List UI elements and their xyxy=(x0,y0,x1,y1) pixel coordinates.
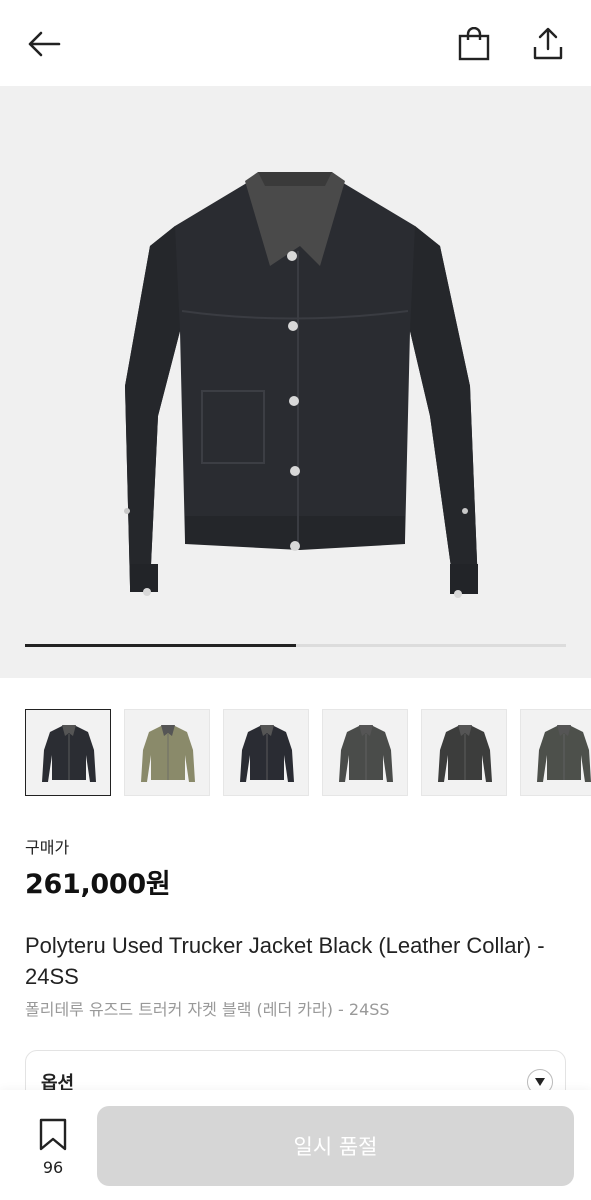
top-app-bar xyxy=(0,0,591,86)
price: 261,000원 xyxy=(25,869,171,900)
thumb-charcoal[interactable] xyxy=(421,709,507,796)
thumbnail-image xyxy=(339,725,393,782)
bookmark-count: 96 xyxy=(42,1158,64,1177)
price-label: 구매가 xyxy=(25,838,70,857)
product-image-gallery[interactable] xyxy=(0,86,591,678)
product-title-en: Polyteru Used Trucker Jacket Black (Leat… xyxy=(25,933,545,989)
thumb-camo[interactable] xyxy=(124,709,210,796)
gallery-progress-fill xyxy=(25,644,296,647)
bottom-action-bar: 96 일시 품절 xyxy=(0,1090,591,1200)
thumbnail-image xyxy=(141,725,195,782)
share-upload-icon xyxy=(533,27,563,60)
arrow-left-icon xyxy=(28,31,61,57)
thumb-black-2[interactable] xyxy=(223,709,309,796)
thumb-grey-green[interactable] xyxy=(520,709,591,796)
share-button[interactable] xyxy=(526,22,570,66)
thumbnail-image xyxy=(438,725,492,782)
bookmark-button[interactable]: 96 xyxy=(30,1118,76,1178)
sold-out-button[interactable]: 일시 품절 xyxy=(97,1106,574,1186)
thumb-dark-grey[interactable] xyxy=(322,709,408,796)
back-button[interactable] xyxy=(22,22,66,66)
product-title-ko: 폴리테루 유즈드 트러커 자켓 블랙 (레더 카라) - 24SS xyxy=(25,1000,390,1019)
product-main-image xyxy=(124,172,478,598)
bookmark-icon xyxy=(39,1118,67,1151)
shopping-bag-button[interactable] xyxy=(452,22,496,66)
gallery-progress-bar xyxy=(25,644,566,647)
thumbnail-strip[interactable] xyxy=(25,709,591,796)
shopping-bag-icon xyxy=(458,27,490,61)
thumbnail-image xyxy=(240,725,294,782)
thumb-black-leather-collar[interactable] xyxy=(25,709,111,796)
thumbnail-image xyxy=(42,725,96,782)
thumbnail-image xyxy=(537,725,591,782)
